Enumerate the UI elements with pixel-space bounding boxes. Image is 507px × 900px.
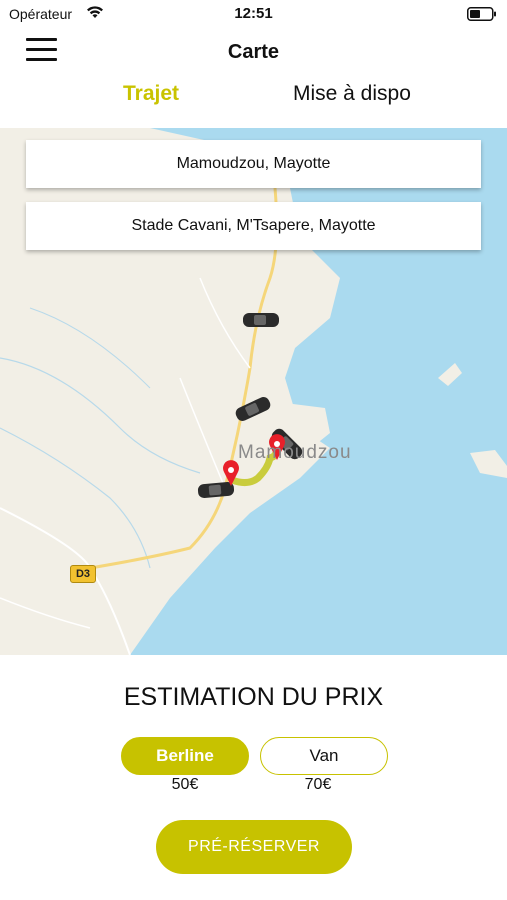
vehicle-van-button[interactable]: Van [260,737,388,775]
vehicle-berline-button[interactable]: Berline [121,737,249,775]
tab-mise-a-dispo[interactable]: Mise à dispo [293,82,411,106]
taxi-icon [235,397,271,421]
road [199,277,251,369]
clock: 12:51 [234,5,273,22]
van-price: 70€ [304,776,332,793]
tab-bar: Trajet Mise à dispo [0,78,507,118]
pre-reserve-button[interactable]: PRÉ-RÉSERVER [156,820,352,874]
river [29,307,151,389]
battery-icon [467,7,496,21]
road [179,377,226,489]
road-badge: D3 [70,565,96,583]
road [0,597,91,629]
taxi-icon [197,481,235,499]
status-bar: Opérateur 12:51 [0,0,507,28]
taxi-icon [243,313,279,327]
city-map-label: Mamoudzou [238,442,352,463]
nav-bar: Carte [0,28,507,74]
origin-address-field[interactable]: Mamoudzou, Mayotte [26,140,481,188]
road [0,507,131,655]
page-title: Carte [227,41,280,63]
destination-address-field[interactable]: Stade Cavani, M'Tsapere, Mayotte [26,202,481,250]
river [0,427,151,569]
river [0,357,201,474]
estimate-title: ESTIMATION DU PRIX [123,683,384,711]
tab-trajet[interactable]: Trajet [123,82,179,106]
berline-price: 50€ [171,776,199,793]
